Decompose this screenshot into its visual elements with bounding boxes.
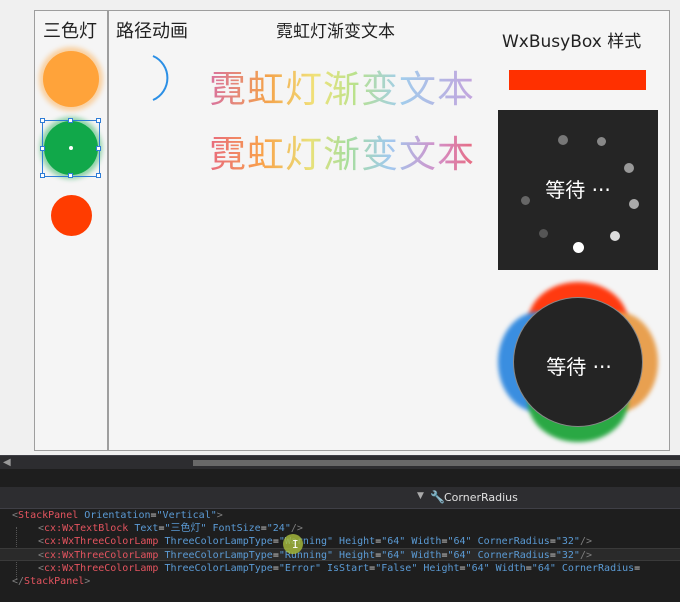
chevron-down-icon[interactable]: ▼ (417, 491, 424, 501)
code-line-current[interactable]: <cx:WxThreeColorLamp ThreeColorLampType=… (0, 548, 680, 561)
wrench-icon: 🔧 (430, 490, 445, 504)
busybox-circle: 等待 ··· (498, 282, 658, 442)
neon-gradient-text-1: 霓虹灯渐变文本 (209, 59, 475, 113)
warning-lamp[interactable] (43, 51, 99, 107)
busy-dot (624, 163, 634, 173)
horizontal-scrollbar[interactable]: ◀ (0, 455, 680, 469)
error-lamp[interactable] (51, 195, 92, 236)
scroll-left-icon[interactable]: ◀ (3, 457, 11, 468)
busy-progress-bar (509, 70, 646, 90)
design-canvas[interactable]: 三色灯 路径动画 霓虹灯渐变文本 WxBusyBox 样式 霓虹灯渐变文本 霓虹… (0, 0, 680, 455)
text-cursor-icon: I (292, 538, 299, 551)
busy-dot (558, 135, 568, 145)
selection-center-point (69, 146, 73, 150)
property-breadcrumb-bar: ▼ 🔧 CornerRadius (0, 487, 680, 509)
busy-dot (573, 242, 584, 253)
property-name-label[interactable]: CornerRadius (444, 491, 518, 504)
busybox-dots: 等待 ··· (498, 110, 658, 270)
code-line[interactable]: <cx:WxTextBlock Text="三色灯" FontSize="24"… (38, 522, 303, 535)
resize-handle-top-right[interactable] (96, 118, 101, 123)
busy-circle-core: 等待 ··· (513, 297, 643, 427)
busybox-title: WxBusyBox 样式 (502, 32, 642, 52)
busy-dot (597, 137, 606, 146)
resize-handle-right[interactable] (96, 146, 101, 151)
neon-text-title: 霓虹灯渐变文本 (276, 22, 395, 42)
resize-handle-bottom[interactable] (68, 173, 73, 178)
xaml-code-editor[interactable]: <StackPanel Orientation="Vertical"> <cx:… (0, 509, 680, 602)
designer-window: 三色灯 路径动画 霓虹灯渐变文本 WxBusyBox 样式 霓虹灯渐变文本 霓虹… (0, 0, 680, 602)
resize-handle-top-left[interactable] (40, 118, 45, 123)
resize-handle-top[interactable] (68, 118, 73, 123)
code-line[interactable]: <cx:WxThreeColorLamp ThreeColorLampType=… (38, 562, 640, 575)
path-animation-arc (152, 55, 169, 101)
busy-label-circle: 等待 ··· (546, 355, 612, 379)
busy-dot (610, 231, 620, 241)
busy-dot (539, 229, 548, 238)
resize-handle-bottom-left[interactable] (40, 173, 45, 178)
resize-handle-left[interactable] (40, 146, 45, 151)
code-line[interactable]: <StackPanel Orientation="Vertical"> (12, 509, 223, 522)
path-animation-title: 路径动画 (116, 21, 188, 42)
editor-splitter[interactable] (0, 469, 680, 487)
neon-gradient-text-2: 霓虹灯渐变文本 (209, 124, 475, 178)
resize-handle-bottom-right[interactable] (96, 173, 101, 178)
busy-label-dots: 等待 ··· (545, 178, 611, 202)
scrollbar-thumb[interactable] (193, 460, 680, 466)
traffic-light-title: 三色灯 (43, 21, 97, 42)
code-line[interactable]: <cx:WxThreeColorLamp ThreeColorLampType=… (38, 535, 592, 548)
code-line[interactable]: </StackPanel> (12, 575, 90, 588)
